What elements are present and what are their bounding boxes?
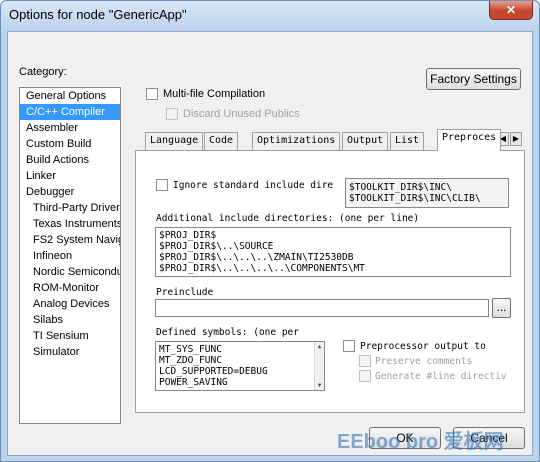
watermark-logo: EEboo bro 爱板网 bbox=[337, 431, 504, 453]
defined-symbol-line: MT_SYS_FUNC bbox=[159, 344, 222, 355]
category-item[interactable]: Silabs bbox=[20, 312, 120, 328]
generate-line-checkbox[interactable] bbox=[359, 370, 371, 382]
additional-include-label: Additional include directories: (one per… bbox=[156, 213, 420, 224]
category-item[interactable]: Assembler bbox=[20, 120, 120, 136]
std-dir-line: $TOOLKIT_DIR$\INC\ bbox=[349, 182, 452, 193]
defined-symbol-line: POWER_SAVING bbox=[159, 377, 228, 388]
scroll-up-icon[interactable]: ▲ bbox=[315, 342, 324, 351]
category-item[interactable]: FS2 System Navig bbox=[20, 232, 120, 248]
category-item[interactable]: Nordic Semiconduc bbox=[20, 264, 120, 280]
preinclude-input[interactable] bbox=[155, 299, 489, 317]
defined-symbols-label: Defined symbols: (one per bbox=[156, 327, 299, 338]
category-item[interactable]: Debugger bbox=[20, 184, 120, 200]
generate-line-label: Generate #line directiv bbox=[375, 371, 507, 382]
tab-output[interactable]: Output bbox=[342, 132, 389, 150]
multi-file-checkbox[interactable] bbox=[146, 88, 158, 100]
preinclude-label: Preinclude bbox=[156, 287, 214, 298]
category-list[interactable]: General Options C/C++ Compiler Assembler Cu… bbox=[19, 87, 121, 424]
tab-scroll-right-icon[interactable]: ▶ bbox=[510, 132, 522, 146]
tab-list[interactable]: List bbox=[390, 132, 425, 150]
preserve-comments-label: Preserve comments bbox=[375, 356, 473, 367]
category-item[interactable]: ROM-Monitor bbox=[20, 280, 120, 296]
defined-symbols-scrollbar[interactable]: ▲ ▼ bbox=[314, 342, 324, 390]
std-dir-line: $TOOLKIT_DIR$\INC\CLIB\ bbox=[349, 193, 481, 204]
standard-include-box: $TOOLKIT_DIR$\INC\ $TOOLKIT_DIR$\INC\CLI… bbox=[345, 178, 509, 208]
additional-include-textarea[interactable]: $PROJ_DIR$ $PROJ_DIR$\..\SOURCE $PROJ_DI… bbox=[155, 227, 511, 277]
tab-optimizations[interactable]: Optimizations bbox=[252, 132, 341, 150]
window-title: Options for node "GenericApp" bbox=[9, 7, 187, 22]
factory-settings-button[interactable]: Factory Settings bbox=[426, 68, 521, 90]
category-item[interactable]: Simulator bbox=[20, 344, 120, 360]
defined-symbol-line: MT_ZDO_FUNC bbox=[159, 355, 222, 366]
category-item[interactable]: Third-Party Driver bbox=[20, 200, 120, 216]
category-item[interactable]: Build Actions bbox=[20, 152, 120, 168]
category-item[interactable]: C/C++ Compiler bbox=[20, 104, 120, 120]
defined-symbol-line: LCD_SUPPORTED=DEBUG bbox=[159, 366, 268, 377]
ignore-standard-include-label: Ignore standard include dire bbox=[173, 180, 334, 191]
ignore-standard-include-checkbox[interactable] bbox=[156, 179, 168, 191]
preprocessor-output-checkbox[interactable] bbox=[343, 340, 355, 352]
defined-symbols-textarea[interactable]: MT_SYS_FUNC MT_ZDO_FUNC LCD_SUPPORTED=DE… bbox=[155, 341, 325, 391]
tab-preprocessor[interactable]: Preproces bbox=[437, 129, 502, 151]
category-item[interactable]: General Options bbox=[20, 88, 120, 104]
scroll-down-icon[interactable]: ▼ bbox=[315, 381, 324, 390]
preserve-comments-checkbox[interactable] bbox=[359, 355, 371, 367]
options-dialog: Options for node "GenericApp" ✕ Category… bbox=[0, 0, 540, 462]
tab-code[interactable]: Code bbox=[204, 132, 239, 150]
tab-language[interactable]: Language bbox=[145, 132, 204, 150]
discard-unused-label: Discard Unused Publics bbox=[183, 108, 300, 120]
preprocessor-output-label: Preprocessor output to bbox=[360, 341, 486, 352]
close-button[interactable]: ✕ bbox=[489, 1, 533, 20]
preinclude-browse-button[interactable]: ... bbox=[492, 298, 511, 318]
multi-file-label: Multi-file Compilation bbox=[163, 88, 266, 100]
category-item[interactable]: TI Sensium bbox=[20, 328, 120, 344]
category-item[interactable]: Custom Build bbox=[20, 136, 120, 152]
additional-dir-line: $PROJ_DIR$\..\SOURCE bbox=[159, 241, 274, 252]
category-item[interactable]: Linker bbox=[20, 168, 120, 184]
category-item[interactable]: Analog Devices bbox=[20, 296, 120, 312]
title-bar: Options for node "GenericApp" ✕ bbox=[1, 1, 539, 31]
category-label: Category: bbox=[19, 66, 67, 78]
additional-dir-line: $PROJ_DIR$ bbox=[159, 230, 217, 241]
additional-dir-line: $PROJ_DIR$\..\..\..\ZMAIN\TI2530DB bbox=[159, 252, 354, 263]
category-item[interactable]: Texas Instruments bbox=[20, 216, 120, 232]
additional-dir-line: $PROJ_DIR$\..\..\..\..\COMPONENTS\MT bbox=[159, 263, 365, 274]
category-item[interactable]: Infineon bbox=[20, 248, 120, 264]
discard-unused-checkbox[interactable] bbox=[166, 108, 178, 120]
